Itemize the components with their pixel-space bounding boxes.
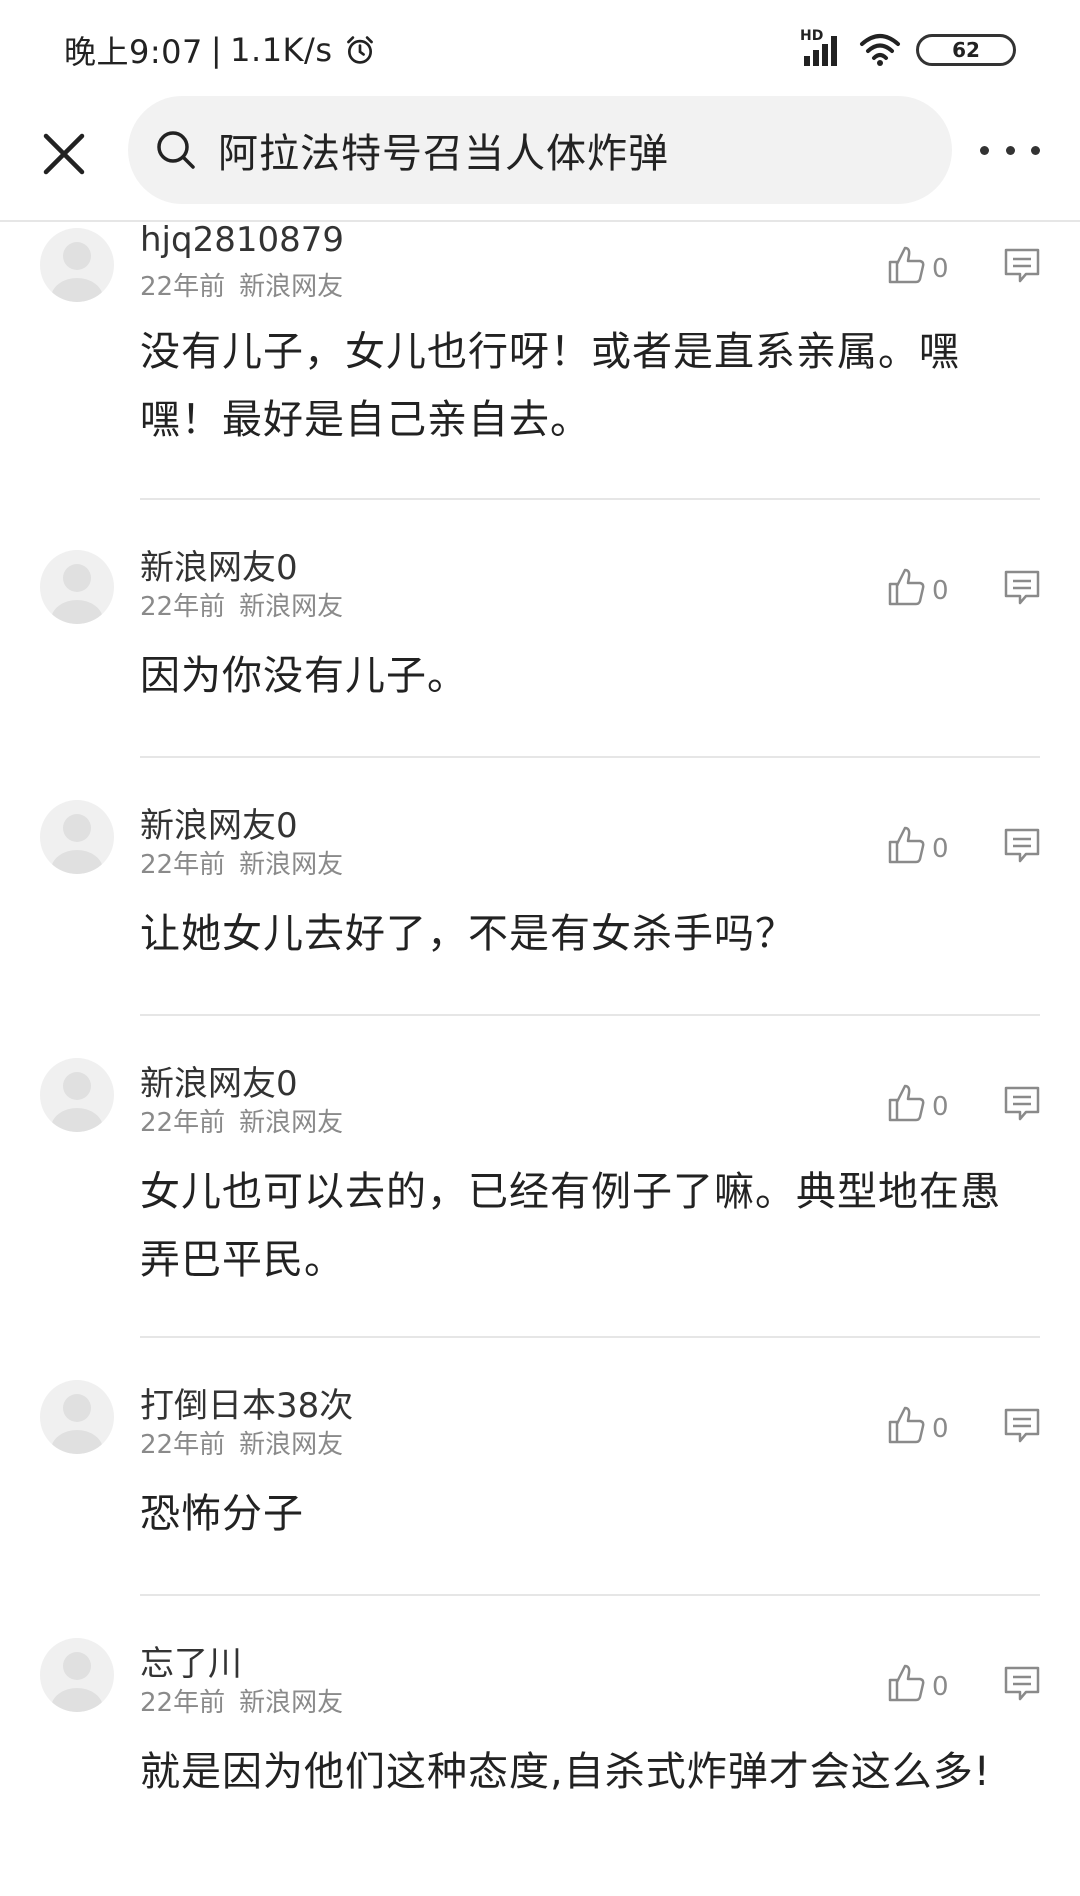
- thumbs-up-icon: [888, 1084, 925, 1122]
- more-options-button[interactable]: [980, 130, 1040, 170]
- comment-text: 让她女儿去好了，不是有女杀手吗？: [140, 911, 796, 957]
- like-count: 0: [932, 834, 949, 864]
- thumbs-up-icon: [888, 826, 925, 864]
- reply-button[interactable]: [1002, 1664, 1042, 1704]
- status-separator: |: [210, 31, 223, 69]
- search-icon: [154, 128, 198, 172]
- reply-icon: [1004, 1408, 1040, 1443]
- comment-meta: 22年前 新浪网友: [140, 1102, 343, 1139]
- search-query: 阿拉法特号召当人体炸弹: [218, 131, 669, 177]
- comment-text: 女儿也可以去的，已经有例子了嘛。典型地在愚弄巴平民。: [140, 1169, 1001, 1283]
- close-icon: [43, 133, 85, 175]
- reply-button[interactable]: [1002, 1406, 1042, 1446]
- battery-level: 62: [952, 38, 980, 62]
- reply-button[interactable]: [1002, 568, 1042, 608]
- avatar[interactable]: [40, 1638, 114, 1712]
- comment-source: 新浪网友: [239, 1688, 344, 1718]
- thumbs-up-icon: [888, 1406, 925, 1444]
- comment-item: hjq2810879 22年前 新浪网友 0 没有儿子，女儿也行呀！或者是直系亲属…: [0, 220, 1080, 500]
- signal-icon: HD: [800, 28, 844, 68]
- comment-item: 打倒日本38次 22年前 新浪网友 0 恐怖分子: [0, 1338, 1080, 1596]
- comment-item: 新浪网友0 22年前 新浪网友 0 因为你没有儿子。: [0, 500, 1080, 758]
- reply-icon: [1004, 1666, 1040, 1701]
- avatar[interactable]: [40, 800, 114, 874]
- comment-username[interactable]: 忘了川: [140, 1636, 242, 1685]
- search-input[interactable]: 阿拉法特号召当人体炸弹: [128, 96, 952, 204]
- comment-text: 没有儿子，女儿也行呀！或者是直系亲属。嘿嘿！最好是自己亲自去。: [140, 329, 960, 443]
- status-right: HD 62: [800, 28, 1016, 70]
- comment-source: 新浪网友: [239, 592, 344, 622]
- reply-icon: [1004, 828, 1040, 863]
- like-button[interactable]: 0: [886, 1404, 949, 1446]
- comment-username[interactable]: 新浪网友0: [140, 798, 298, 847]
- comment-meta: 22年前 新浪网友: [140, 586, 343, 623]
- comment-time: 22年前: [140, 850, 226, 880]
- comment-time: 22年前: [140, 592, 226, 622]
- like-button[interactable]: 0: [886, 1082, 949, 1124]
- like-count: 0: [932, 1092, 949, 1122]
- wifi-icon: [858, 32, 902, 68]
- thumbs-up-icon: [888, 1664, 925, 1702]
- reply-icon: [1004, 570, 1040, 605]
- like-count: 0: [932, 254, 949, 284]
- reply-button[interactable]: [1002, 1084, 1042, 1124]
- thumbs-up-icon: [888, 246, 925, 284]
- comment-time: 22年前: [140, 1108, 226, 1138]
- like-button[interactable]: 0: [886, 1662, 949, 1704]
- comment-username[interactable]: hjq2810879: [140, 220, 344, 260]
- comment-item: 忘了川 22年前 新浪网友 0 就是因为他们这种态度,自杀式炸弹才会这么多!: [0, 1596, 1080, 1896]
- status-left: 晚上9:07 | 1.1K/s: [64, 28, 380, 72]
- thumbs-up-icon: [888, 568, 925, 606]
- comment-source: 新浪网友: [239, 1108, 344, 1138]
- comment-meta: 22年前 新浪网友: [140, 844, 343, 881]
- more-dot-icon: [980, 145, 989, 155]
- comment-item: 新浪网友0 22年前 新浪网友 0 让她女儿去好了，不是有女杀手吗？: [0, 758, 1080, 1016]
- comment-source: 新浪网友: [239, 1430, 344, 1460]
- comment-meta: 22年前 新浪网友: [140, 1424, 343, 1461]
- avatar[interactable]: [40, 228, 114, 302]
- avatar[interactable]: [40, 550, 114, 624]
- alarm-clock-icon: [344, 32, 380, 68]
- comment-time: 22年前: [140, 1688, 226, 1718]
- reply-icon: [1004, 1086, 1040, 1121]
- like-button[interactable]: 0: [886, 566, 949, 608]
- reply-button[interactable]: [1002, 826, 1042, 866]
- like-count: 0: [932, 576, 949, 606]
- more-dot-icon: [1005, 145, 1015, 155]
- status-bar: 晚上9:07 | 1.1K/s HD 62: [0, 0, 1080, 96]
- status-time: 晚上9:07: [64, 33, 203, 71]
- comment-username[interactable]: 新浪网友0: [140, 1056, 298, 1105]
- avatar[interactable]: [40, 1058, 114, 1132]
- comment-source: 新浪网友: [239, 272, 344, 302]
- more-dot-icon: [1031, 145, 1040, 155]
- like-count: 0: [932, 1414, 949, 1444]
- comment-time: 22年前: [140, 1430, 226, 1460]
- reply-icon: [1004, 248, 1040, 283]
- close-button[interactable]: [36, 126, 92, 182]
- comment-text: 就是因为他们这种态度,自杀式炸弹才会这么多!: [140, 1749, 991, 1795]
- network-speed: 1.1K/s: [230, 31, 333, 69]
- like-count: 0: [932, 1672, 949, 1702]
- comment-time: 22年前: [140, 272, 226, 302]
- comment-item: 新浪网友0 22年前 新浪网友 0 女儿也可以去的，已经有例子了嘛。典型地在愚弄巴…: [0, 1016, 1080, 1338]
- battery-indicator: 62: [916, 34, 1016, 66]
- comment-text: 恐怖分子: [140, 1491, 304, 1537]
- top-bar: 阿拉法特号召当人体炸弹: [0, 96, 1080, 222]
- comment-text: 因为你没有儿子。: [140, 653, 468, 699]
- reply-button[interactable]: [1002, 246, 1042, 286]
- comment-source: 新浪网友: [239, 850, 344, 880]
- comment-username[interactable]: 打倒日本38次: [140, 1378, 353, 1427]
- like-button[interactable]: 0: [886, 244, 949, 286]
- like-button[interactable]: 0: [886, 824, 949, 866]
- comment-meta: 22年前 新浪网友: [140, 1682, 343, 1719]
- comment-username[interactable]: 新浪网友0: [140, 540, 298, 589]
- comment-meta: 22年前 新浪网友: [140, 266, 343, 303]
- avatar[interactable]: [40, 1380, 114, 1454]
